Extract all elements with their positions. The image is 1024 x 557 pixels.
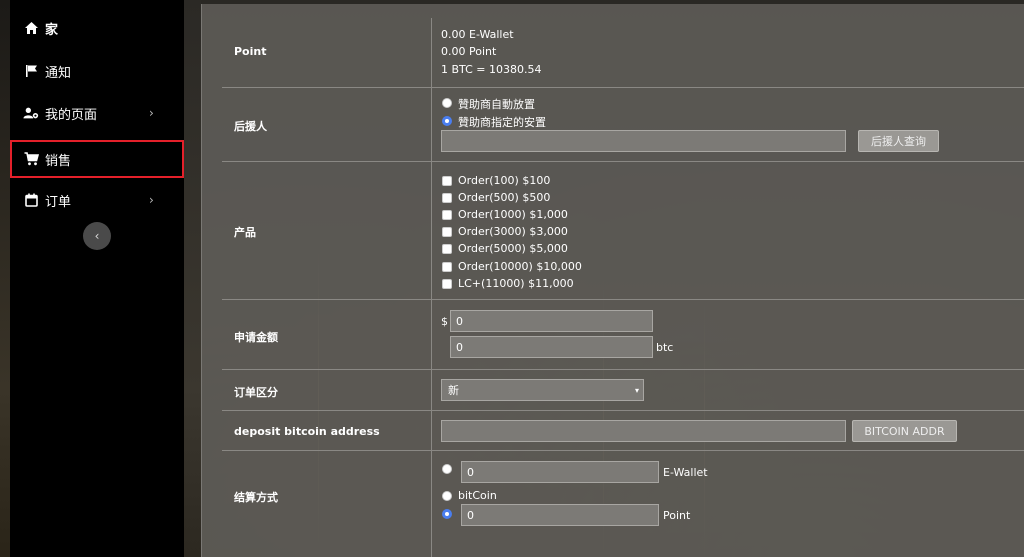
product-label: LC+(11000) $11,000	[458, 277, 574, 290]
left-edge-strip	[0, 0, 10, 557]
chevron-down-icon: ▾	[634, 385, 639, 395]
divider	[431, 88, 432, 161]
divider	[431, 18, 432, 87]
divider	[431, 451, 432, 557]
point-balance: 0.00 Point	[441, 45, 497, 58]
currency-symbol: $	[441, 315, 448, 328]
product-checkbox[interactable]	[442, 176, 452, 186]
sponsor-specified-label: 贊助商指定的安置	[458, 116, 546, 129]
product-checkbox[interactable]	[442, 262, 452, 272]
row-label: 产品	[234, 226, 256, 239]
product-label: Order(1000) $1,000	[458, 208, 568, 221]
row-label: 申请金额	[234, 331, 278, 344]
cart-icon	[23, 151, 39, 167]
divider	[431, 162, 432, 299]
user-cog-icon	[23, 105, 39, 121]
chevron-right-icon: ›	[149, 193, 154, 207]
sidebar-item-label: 通知	[45, 65, 72, 81]
product-checkbox[interactable]	[442, 227, 452, 237]
sidebar-item-sales[interactable]: 销售	[10, 140, 184, 178]
order-form: Point 0.00 E-Wallet 0.00 Point 1 BTC = 1…	[201, 4, 1024, 557]
amount-btc-input[interactable]: 0	[450, 336, 653, 358]
home-icon	[23, 20, 39, 36]
form-row-sponsor: 后援人 贊助商自動放置 贊助商指定的安置 后援人查询	[222, 88, 1024, 162]
point-unit-label: Point	[663, 509, 691, 522]
row-label: 订单区分	[234, 386, 278, 399]
payment-point-radio[interactable]	[442, 509, 452, 519]
ewallet-balance: 0.00 E-Wallet	[441, 28, 514, 41]
sidebar-collapse-button[interactable]: ‹	[83, 222, 111, 250]
ewallet-unit-label: E-Wallet	[663, 466, 708, 479]
sidebar-item-notice[interactable]: 通知	[10, 52, 184, 90]
form-row-payment: 结算方式 0 E-Wallet bitCoin 0 Point	[222, 451, 1024, 557]
product-label: Order(5000) $5,000	[458, 242, 568, 255]
sidebar-item-label: 订单	[45, 194, 72, 210]
product-label: Order(100) $100	[458, 174, 551, 187]
product-checkbox[interactable]	[442, 244, 452, 254]
amount-usd-input[interactable]: 0	[450, 310, 653, 332]
sidebar: 家 通知 我的页面 › 销售 订单 › ‹	[10, 0, 184, 557]
product-checkbox[interactable]	[442, 210, 452, 220]
chevron-left-icon: ‹	[94, 229, 100, 243]
bitcoin-addr-button[interactable]: BITCOIN ADDR	[852, 420, 957, 442]
form-row-point: Point 0.00 E-Wallet 0.00 Point 1 BTC = 1…	[222, 18, 1024, 88]
sidebar-item-label: 家	[45, 22, 59, 38]
sidebar-item-my-page[interactable]: 我的页面 ›	[10, 94, 184, 132]
payment-bitcoin-radio[interactable]	[442, 491, 452, 501]
deposit-address-input[interactable]	[441, 420, 846, 442]
form-row-deposit: deposit bitcoin address BITCOIN ADDR	[222, 411, 1024, 451]
order-type-select[interactable]: 新 ▾	[441, 379, 644, 401]
payment-ewallet-radio[interactable]	[442, 464, 452, 474]
calendar-icon	[23, 192, 39, 208]
divider	[431, 370, 432, 410]
sponsor-auto-radio[interactable]	[442, 98, 452, 108]
payment-point-input[interactable]: 0	[461, 504, 659, 526]
product-checkbox[interactable]	[442, 279, 452, 289]
bitcoin-option-label: bitCoin	[458, 489, 497, 502]
sponsor-auto-label: 贊助商自動放置	[458, 98, 535, 111]
divider	[431, 300, 432, 369]
product-label: Order(500) $500	[458, 191, 551, 204]
sponsor-input[interactable]	[441, 130, 846, 152]
row-label: 后援人	[234, 120, 267, 133]
form-row-products: 产品 Order(100) $100 Order(500) $500 Order…	[222, 162, 1024, 300]
product-checkbox[interactable]	[442, 193, 452, 203]
sponsor-specified-radio[interactable]	[442, 116, 452, 126]
sidebar-item-label: 销售	[45, 153, 72, 169]
product-label: Order(3000) $3,000	[458, 225, 568, 238]
row-label: Point	[234, 45, 267, 58]
form-row-order-type: 订单区分 新 ▾	[222, 370, 1024, 411]
btc-unit-label: btc	[656, 341, 674, 354]
gap-strip	[184, 0, 201, 557]
row-label: deposit bitcoin address	[234, 425, 380, 438]
row-label: 结算方式	[234, 491, 278, 504]
sidebar-item-label: 我的页面	[45, 107, 98, 123]
btc-rate: 1 BTC = 10380.54	[441, 63, 542, 76]
chevron-right-icon: ›	[149, 106, 154, 120]
sponsor-lookup-button[interactable]: 后援人查询	[858, 130, 939, 152]
product-label: Order(10000) $10,000	[458, 260, 582, 273]
order-type-value: 新	[448, 384, 459, 397]
form-row-amount: 申请金额 $ 0 0 btc	[222, 300, 1024, 370]
flag-icon	[23, 63, 39, 79]
sidebar-item-home[interactable]: 家	[10, 9, 184, 47]
divider	[431, 411, 432, 450]
sidebar-item-orders[interactable]: 订单 ›	[10, 181, 184, 219]
payment-ewallet-input[interactable]: 0	[461, 461, 659, 483]
